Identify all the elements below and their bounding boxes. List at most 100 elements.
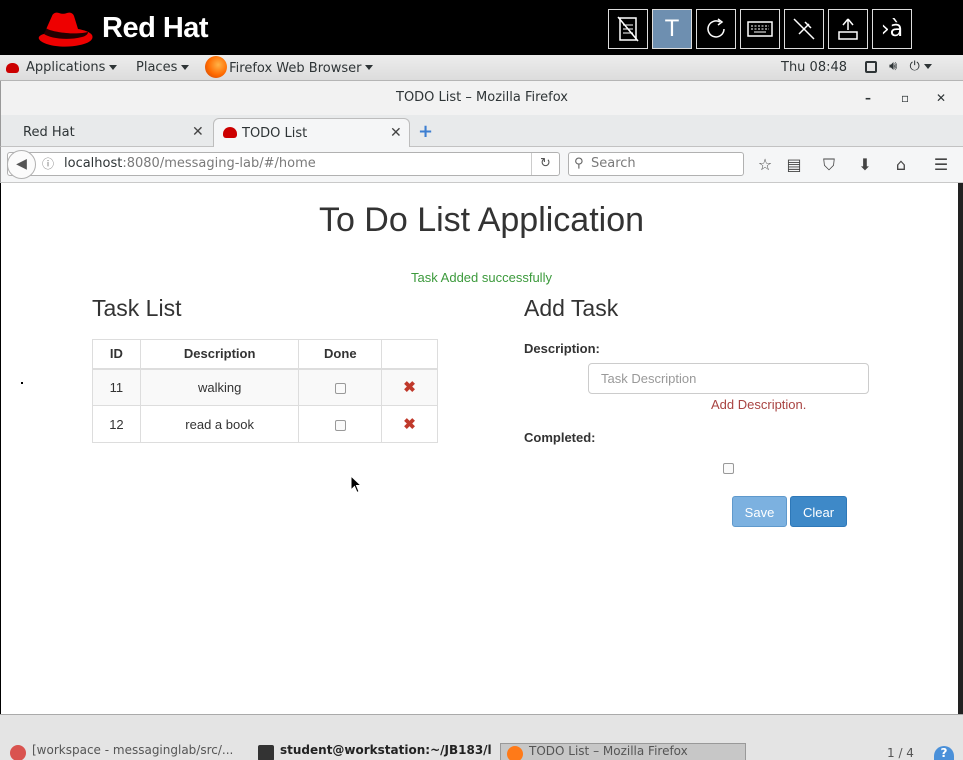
delete-task-icon[interactable]: ✖ <box>403 379 416 396</box>
places-menu-label: Places <box>136 60 178 75</box>
taskbar-item-label: [workspace - messaginglab/src/... <box>32 743 234 757</box>
taskbar-item-workspace[interactable]: [workspace - messaginglab/src/... <box>4 743 244 760</box>
task-actions-cell: ✖ <box>381 405 438 443</box>
task-description-input[interactable]: Task Description <box>588 363 869 394</box>
task-done-checkbox[interactable] <box>334 419 346 431</box>
tab-red-hat[interactable]: Red Hat ✕ <box>1 118 211 147</box>
column-header-id: ID <box>92 339 141 370</box>
description-label: Description: <box>524 341 600 356</box>
applications-menu[interactable]: Applications <box>6 60 118 75</box>
redhat-favicon-icon <box>223 127 237 138</box>
taskbar-item-label: student@workstation:~/JB183/la... <box>280 743 492 757</box>
mouse-pointer-icon <box>350 475 362 494</box>
chevron-down-icon <box>923 64 932 69</box>
task-done-cell <box>298 368 383 406</box>
eclipse-icon <box>10 745 26 760</box>
url-bar[interactable]: ◀ ⓘ localhost:8080/messaging-lab/#/home … <box>7 150 560 179</box>
task-actions-cell: ✖ <box>381 368 438 406</box>
system-status-menu[interactable]: 🔊︎ ⏻ <box>865 59 932 74</box>
search-input[interactable]: ⚲ Search <box>568 152 744 176</box>
no-pointer-icon[interactable] <box>784 9 824 49</box>
task-done-cell <box>298 405 383 443</box>
taskbar-item-firefox[interactable]: TODO List – Mozilla Firefox <box>500 743 746 760</box>
add-task-heading: Add Task <box>524 295 619 321</box>
upload-icon[interactable] <box>828 9 868 49</box>
url-text: localhost:8080/messaging-lab/#/home <box>64 153 316 175</box>
chevron-down-icon <box>109 65 118 70</box>
screen: Red Hat T ›à Applications Places Firefox… <box>0 0 963 760</box>
taskbar-item-label: TODO List – Mozilla Firefox <box>529 744 688 758</box>
url-path: :8080/messaging-lab/#/home <box>122 156 316 171</box>
task-id: 11 <box>92 368 141 406</box>
firefox-icon <box>205 56 227 78</box>
column-header-done: Done <box>298 339 383 370</box>
workspace-pager[interactable]: 1 / 4 <box>887 746 914 760</box>
close-tab-icon[interactable]: ✕ <box>192 118 204 147</box>
window-icon <box>865 60 877 73</box>
web-page: To Do List Application Task Added succes… <box>1 183 962 714</box>
close-window-button[interactable]: ✕ <box>936 81 946 115</box>
task-description: read a book <box>139 405 300 443</box>
url-host: localhost <box>64 156 123 171</box>
terminal-icon[interactable]: ›à <box>872 9 912 49</box>
maximize-button[interactable]: ▫ <box>901 81 909 115</box>
pocket-icon[interactable]: ⛉ <box>819 155 839 175</box>
task-description: walking <box>139 368 300 406</box>
taskbar-item-terminal[interactable]: student@workstation:~/JB183/la... <box>252 743 492 760</box>
hamburger-menu-icon[interactable]: ☰ <box>931 155 951 174</box>
save-button[interactable]: Save <box>732 496 787 527</box>
redhat-banner: Red Hat T ›à <box>0 0 963 55</box>
document-icon[interactable] <box>608 9 648 49</box>
task-table: ID Description Done 11 walking ✖ 12 read… <box>92 339 438 443</box>
task-id: 12 <box>92 405 141 443</box>
vnc-toolbar: T ›à <box>608 9 912 49</box>
column-header-actions <box>381 339 438 370</box>
terminal-window-icon <box>258 745 274 760</box>
refresh-icon[interactable] <box>696 9 736 49</box>
close-tab-icon[interactable]: ✕ <box>390 119 402 148</box>
applications-menu-label: Applications <box>26 60 106 75</box>
completed-label: Completed: <box>524 430 596 445</box>
download-icon[interactable]: ⬇ <box>855 155 875 174</box>
column-header-description: Description <box>139 339 300 370</box>
home-icon[interactable]: ⌂ <box>891 155 911 174</box>
bottom-taskbar: [workspace - messaginglab/src/... studen… <box>0 714 963 760</box>
delete-task-icon[interactable]: ✖ <box>403 416 416 433</box>
clear-button[interactable]: Clear <box>790 496 847 527</box>
tab-todo-list[interactable]: TODO List ✕ <box>213 118 410 147</box>
bookmark-star-icon[interactable]: ☆ <box>755 155 775 174</box>
success-alert: Task Added successfully <box>411 270 552 285</box>
chevron-down-icon <box>365 64 374 70</box>
text-icon[interactable]: T <box>652 9 692 49</box>
redhat-wordmark: Red Hat <box>102 12 209 44</box>
table-header-row: ID Description Done <box>92 339 438 370</box>
description-error: Add Description. <box>711 397 807 412</box>
tab-label: TODO List <box>242 126 308 141</box>
firefox-app-menu-label: Firefox Web Browser <box>229 60 362 76</box>
firefox-app-menu[interactable]: Firefox Web Browser <box>205 56 374 78</box>
navigation-toolbar: ◀ ⓘ localhost:8080/messaging-lab/#/home … <box>0 147 963 183</box>
minimize-button[interactable]: – <box>865 81 871 115</box>
chevron-down-icon <box>181 65 190 70</box>
redhat-menu-icon <box>6 62 19 73</box>
task-done-checkbox[interactable] <box>334 382 346 394</box>
keyboard-icon[interactable] <box>740 9 780 49</box>
clock[interactable]: Thu 08:48 <box>781 60 847 75</box>
help-icon[interactable]: ? <box>934 746 954 760</box>
back-arrow-icon[interactable]: ◀ <box>7 150 36 179</box>
volume-icon: 🔊︎ <box>889 59 898 74</box>
window-title: TODO List – Mozilla Firefox <box>396 90 568 105</box>
new-tab-icon[interactable]: + <box>418 121 433 142</box>
completed-checkbox[interactable] <box>723 463 734 474</box>
table-row: 11 walking ✖ <box>92 368 438 406</box>
search-placeholder: Search <box>591 156 636 171</box>
reading-list-icon[interactable]: ▤ <box>784 155 804 174</box>
page-title: To Do List Application <box>318 201 645 239</box>
info-icon[interactable]: ⓘ <box>42 153 54 175</box>
reload-icon[interactable]: ↻ <box>531 153 551 175</box>
window-titlebar: TODO List – Mozilla Firefox – ▫ ✕ <box>0 81 963 115</box>
task-list-heading: Task List <box>92 295 182 321</box>
places-menu[interactable]: Places <box>136 60 190 75</box>
stray-dot <box>21 382 23 384</box>
search-icon: ⚲ <box>574 156 584 171</box>
